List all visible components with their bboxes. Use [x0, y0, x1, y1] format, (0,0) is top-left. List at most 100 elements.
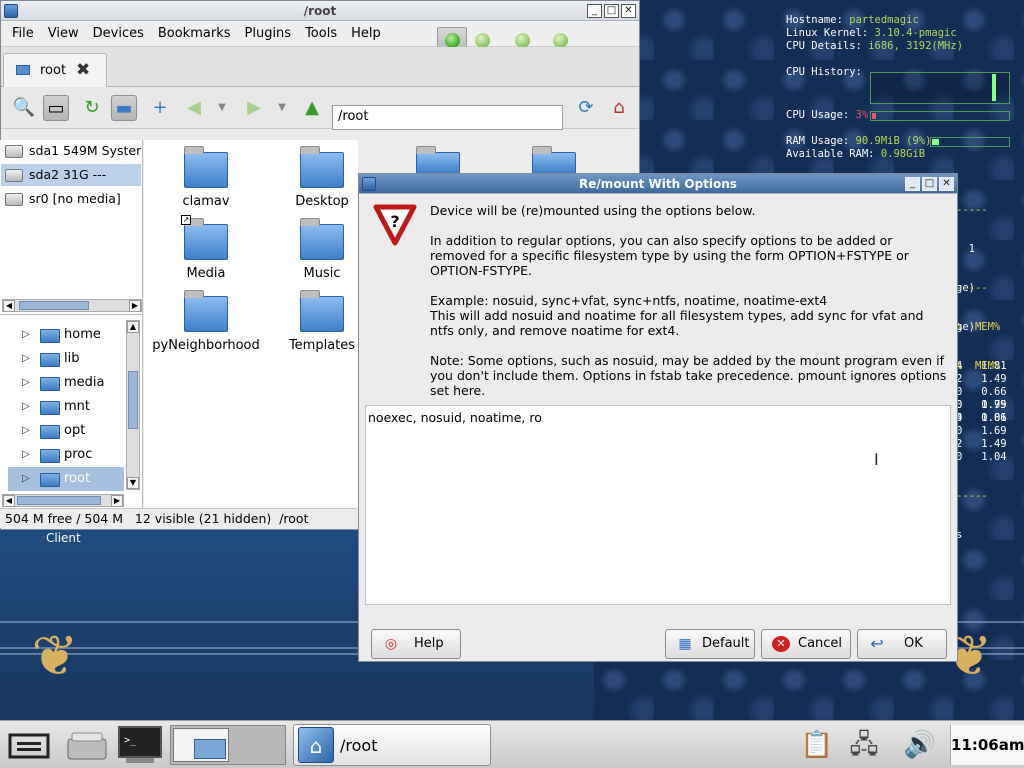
task-root-window[interactable]: ⌂ /root: [293, 724, 491, 766]
dialog-title: Re/mount With Options: [579, 177, 737, 191]
minimize-button[interactable]: _: [905, 177, 920, 191]
options-textarea[interactable]: noexec, nosuid, noatime, ro I: [365, 405, 951, 605]
back-icon[interactable]: ◀: [181, 95, 207, 121]
menu-file[interactable]: File: [5, 21, 41, 47]
maximize-button[interactable]: □: [922, 177, 937, 191]
expander-icon[interactable]: ▷: [22, 467, 30, 491]
scroll-up-icon[interactable]: ▲: [127, 321, 139, 333]
devices-hscrollbar[interactable]: ◀ ▶: [2, 299, 142, 312]
folder-icon[interactable]: [416, 146, 460, 174]
tab-close-icon[interactable]: ✖: [76, 60, 90, 80]
maximize-button[interactable]: □: [604, 4, 619, 18]
refresh-tree-icon[interactable]: ↻: [79, 95, 105, 121]
file-item-templates[interactable]: Templates: [272, 290, 372, 353]
file-item-desktop[interactable]: Desktop: [272, 146, 372, 209]
table2-row: 0 1.99: [956, 399, 1007, 412]
scroll-thumb[interactable]: [19, 301, 89, 310]
clock[interactable]: 11:06am: [950, 725, 1024, 765]
ok-button[interactable]: ↩ OK: [857, 629, 947, 659]
tree-item-media[interactable]: ▷ media: [8, 371, 124, 395]
scroll-left-icon[interactable]: ◀: [3, 300, 15, 312]
ram-usage-value: 90.9MiB (9%): [855, 135, 932, 147]
default-button[interactable]: ▦ Default: [665, 629, 755, 659]
scroll-down-icon[interactable]: ▼: [127, 477, 139, 489]
expander-icon[interactable]: ▷: [22, 395, 30, 419]
new-tab-icon[interactable]: +: [147, 95, 173, 121]
tab-root[interactable]: root ✖: [3, 53, 107, 87]
tree-hscrollbar[interactable]: ◀ ▶: [2, 494, 124, 507]
cpu-usage-bar-fill: [872, 113, 877, 119]
workspace-pager[interactable]: [170, 725, 286, 765]
back-history-icon[interactable]: ▼: [209, 95, 235, 121]
device-sr0[interactable]: sr0 [no media]: [1, 188, 141, 210]
tree-toggle-button[interactable]: ▬: [111, 95, 137, 121]
up-icon[interactable]: ▲: [299, 95, 325, 121]
file-item-clamav[interactable]: clamav: [156, 146, 256, 209]
clipboard-icon[interactable]: 📋: [800, 725, 834, 765]
scroll-right-icon[interactable]: ▶: [111, 495, 123, 507]
window-title: /root: [303, 4, 337, 18]
folder-icon: [40, 425, 60, 439]
folder-icon: [40, 377, 60, 391]
file-item-music[interactable]: Music: [272, 218, 372, 281]
tree-label: proc: [64, 447, 93, 462]
menu-help[interactable]: Help: [344, 21, 388, 47]
help-button[interactable]: ◎ Help: [371, 629, 461, 659]
minimize-button[interactable]: _: [587, 4, 602, 18]
menu-plugins[interactable]: Plugins: [238, 21, 299, 47]
expander-icon[interactable]: ▷: [22, 347, 30, 371]
forward-icon[interactable]: ▶: [241, 95, 267, 121]
help-button-label: Help: [414, 636, 444, 651]
reload-icon[interactable]: ⟳: [573, 95, 599, 121]
file-manager-titlebar[interactable]: /root _ □ ✕: [1, 1, 639, 21]
tree-item-opt[interactable]: ▷ opt: [8, 419, 124, 443]
close-button[interactable]: ✕: [621, 4, 636, 18]
scroll-thumb[interactable]: [128, 371, 138, 429]
panel-divider[interactable]: [0, 314, 143, 315]
tree-label: media: [64, 375, 105, 390]
tree-item-root[interactable]: ▷ root: [8, 467, 124, 491]
expander-icon[interactable]: ▷: [22, 443, 30, 467]
find-icon[interactable]: 🔍: [11, 95, 37, 121]
dialog-titlebar[interactable]: Re/mount With Options _ □ ✕: [359, 174, 957, 194]
folder-icon: [40, 401, 60, 415]
volume-icon[interactable]: 🔊: [898, 725, 942, 765]
hostname-value: partedmagic: [849, 14, 919, 26]
menu-bookmarks[interactable]: Bookmarks: [151, 21, 238, 47]
menu-devices[interactable]: Devices: [86, 21, 151, 47]
file-item-media[interactable]: Media: [156, 218, 256, 281]
menu-view[interactable]: View: [41, 21, 86, 47]
ok-button-label: OK: [904, 636, 923, 651]
start-menu-button[interactable]: [6, 725, 52, 765]
tree-item-mnt[interactable]: ▷ mnt: [8, 395, 124, 419]
tree-vscrollbar[interactable]: ▲ ▼: [126, 320, 140, 490]
terminal-launcher[interactable]: >_: [116, 725, 164, 765]
device-sda1[interactable]: sda1 549M System I: [1, 140, 141, 162]
path-input[interactable]: /root: [332, 105, 563, 130]
tree-item-lib[interactable]: ▷ lib: [8, 347, 124, 371]
workspace-1[interactable]: [173, 728, 229, 762]
network-icon[interactable]: 🖧: [842, 725, 886, 765]
home-icon[interactable]: ⌂: [606, 95, 632, 121]
forward-history-icon[interactable]: ▼: [269, 95, 295, 121]
expander-icon[interactable]: ▷: [22, 419, 30, 443]
scroll-thumb[interactable]: [17, 496, 101, 505]
device-sda2[interactable]: sda2 31G ---: [1, 164, 141, 186]
remount-dialog: Re/mount With Options _ □ ✕ ? Device wil…: [358, 173, 958, 662]
folder-icon: [16, 65, 30, 75]
tree-item-home[interactable]: ▷ home: [8, 323, 124, 347]
drive-launcher[interactable]: [64, 725, 110, 765]
svg-text:?: ?: [390, 212, 399, 231]
tree-item-proc[interactable]: ▷ proc: [8, 443, 124, 467]
devices-toggle-button[interactable]: ▭: [43, 95, 69, 121]
cancel-button[interactable]: ✕ Cancel: [761, 629, 851, 659]
scroll-left-icon[interactable]: ◀: [3, 495, 15, 507]
expander-icon[interactable]: ▷: [22, 323, 30, 347]
expander-icon[interactable]: ▷: [22, 371, 30, 395]
file-item-pyneighborhood[interactable]: pyNeighborhood: [142, 290, 270, 353]
menu-tools[interactable]: Tools: [298, 21, 344, 47]
close-button[interactable]: ✕: [939, 177, 954, 191]
scroll-right-icon[interactable]: ▶: [129, 300, 141, 312]
folder-icon[interactable]: [532, 146, 576, 174]
file-label: Media: [186, 266, 226, 281]
